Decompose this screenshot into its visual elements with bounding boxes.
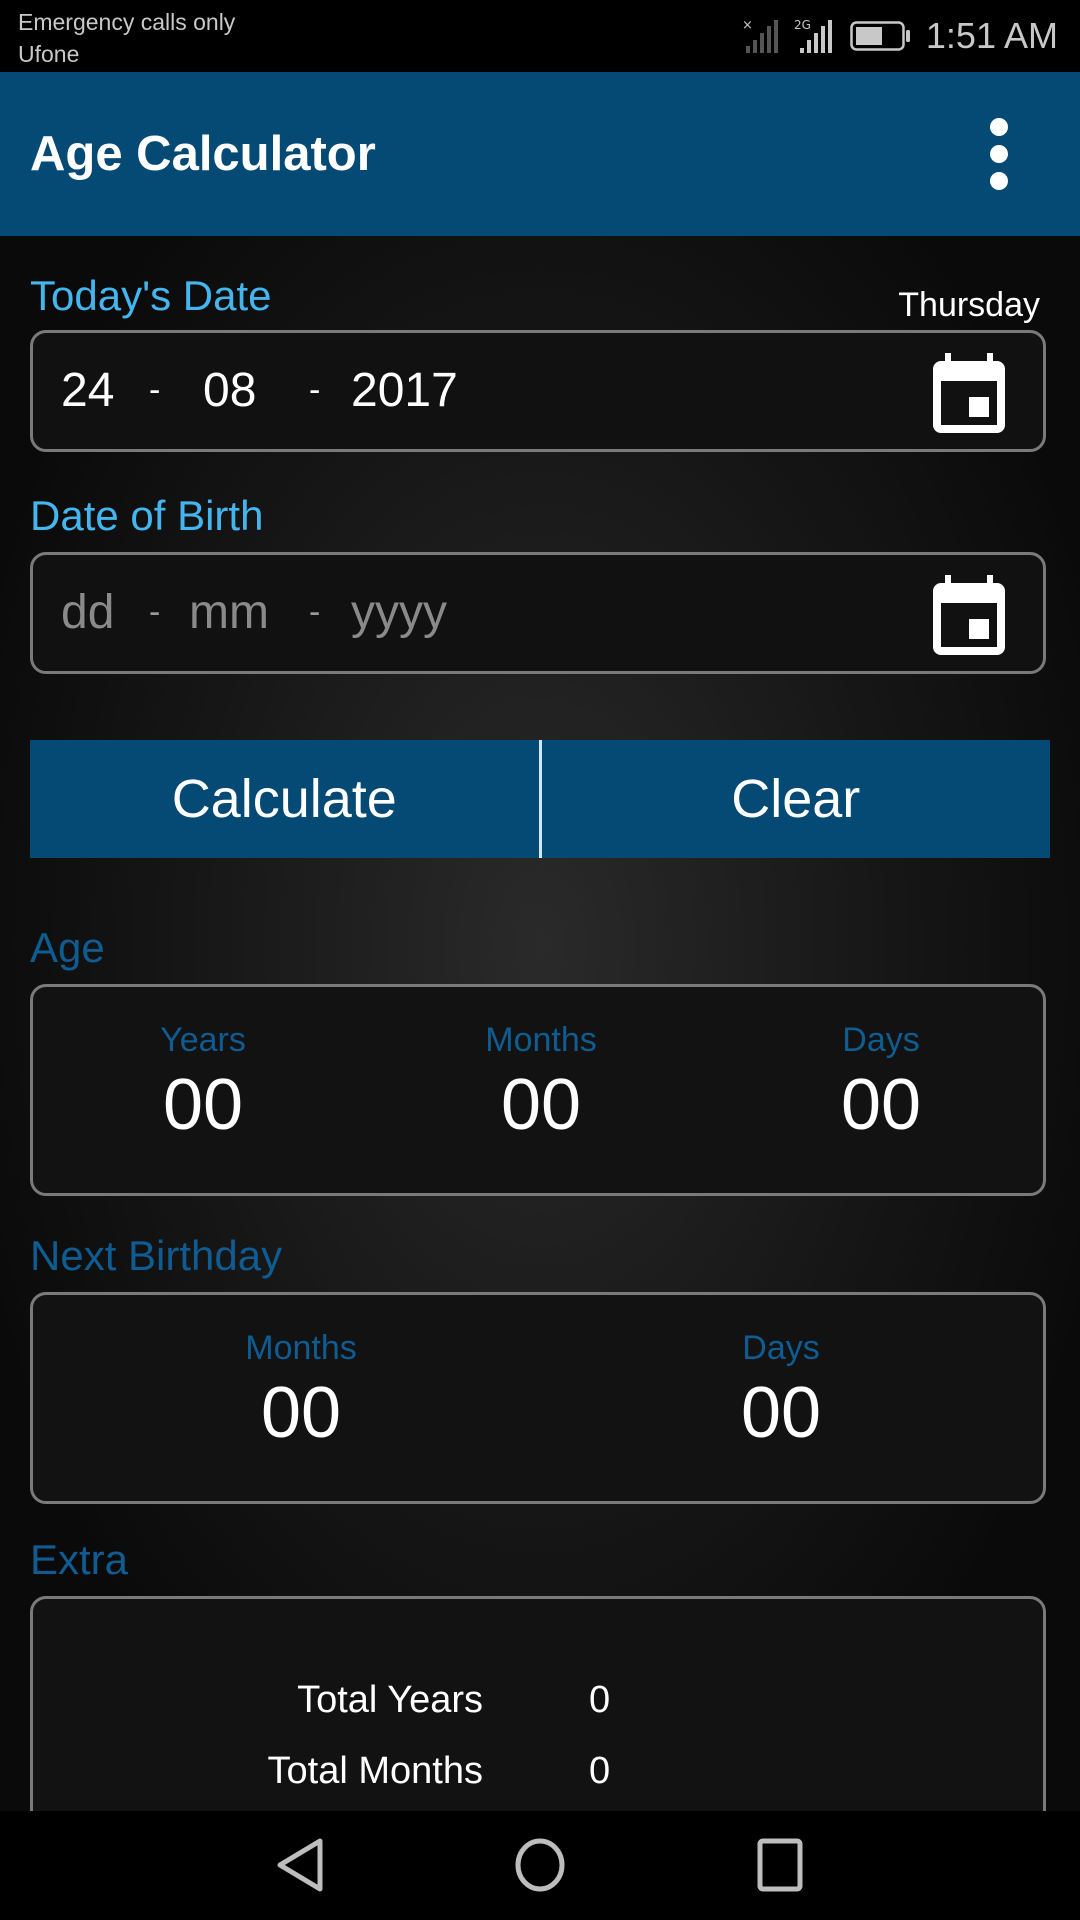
back-icon[interactable] [270, 1837, 330, 1893]
date-of-birth-field[interactable]: dd - mm - yyyy [30, 552, 1046, 674]
age-months-label: Months [485, 1021, 597, 1059]
total-months-label: Total Months [267, 1750, 483, 1792]
age-years: Years 00 [73, 1021, 333, 1146]
calendar-icon[interactable] [931, 353, 1007, 433]
extra-panel: Total Years 0 Total Months 0 Total Weeks… [30, 1596, 1046, 1811]
date-separator: - [309, 593, 321, 631]
date-separator: - [149, 593, 161, 631]
home-icon[interactable] [510, 1837, 570, 1893]
action-buttons: Calculate Clear [30, 740, 1050, 858]
network-type: 2G [794, 18, 811, 32]
age-years-value: 00 [162, 1065, 244, 1145]
carrier-line-1: Emergency calls only [18, 9, 236, 35]
date-separator: - [309, 371, 321, 409]
carrier-line-2: Ufone [18, 41, 80, 67]
todays-date-field[interactable]: 24 - 08 - 2017 [30, 330, 1046, 452]
age-years-label: Years [160, 1021, 246, 1059]
extra-section-label: Extra [30, 1536, 129, 1583]
date-separator: - [149, 371, 161, 409]
next-birthday-days: Days 00 [651, 1329, 911, 1454]
app-bar: Age Calculator [0, 72, 1080, 236]
next-birthday-months-value: 00 [260, 1373, 342, 1453]
total-months-value: 0 [589, 1750, 611, 1792]
dob-day-input[interactable]: dd [61, 585, 114, 640]
status-bar: Emergency calls only Ufone × 2G 1:51 AM [0, 0, 1080, 72]
next-birthday-days-value: 00 [740, 1373, 822, 1453]
today-year-input[interactable]: 2017 [351, 363, 458, 418]
next-birthday-months: Months 00 [171, 1329, 431, 1454]
age-section-label: Age [30, 924, 105, 971]
age-panel: Years 00 Months 00 Days 00 [30, 984, 1046, 1196]
carrier-info: Emergency calls only Ufone [18, 6, 235, 70]
next-birthday-label: Next Birthday [30, 1232, 283, 1279]
age-months: Months 00 [411, 1021, 671, 1146]
no-sim-signal-icon: × [742, 18, 778, 53]
menu-dot [990, 145, 1008, 163]
dob-year-input[interactable]: yyyy [351, 585, 447, 640]
clock: 1:51 AM [925, 15, 1058, 56]
menu-dot [990, 172, 1008, 190]
signal-icon: 2G [794, 18, 832, 53]
menu-dot [990, 118, 1008, 136]
main-content: Today's Date Thursday 24 - 08 - 2017 Dat… [0, 236, 1080, 1811]
dob-month-input[interactable]: mm [189, 585, 269, 640]
total-years-label: Total Years [297, 1679, 483, 1721]
age-days-value: 00 [840, 1065, 922, 1145]
status-icons: × 2G 1:51 AM [742, 14, 1058, 58]
app-title: Age Calculator [30, 127, 376, 181]
navigation-bar [0, 1811, 1080, 1920]
overflow-menu-icon[interactable] [986, 118, 1012, 194]
total-years-value: 0 [589, 1679, 611, 1721]
svg-text:×: × [742, 18, 753, 33]
battery-icon [850, 21, 910, 51]
calendar-icon[interactable] [931, 575, 1007, 655]
age-days: Days 00 [751, 1021, 1011, 1146]
today-month-input[interactable]: 08 [203, 363, 256, 418]
todays-date-label: Today's Date [30, 272, 272, 319]
next-birthday-panel: Months 00 Days 00 [30, 1292, 1046, 1504]
date-of-birth-label: Date of Birth [30, 492, 264, 539]
clear-button[interactable]: Clear [541, 740, 1050, 858]
age-months-value: 00 [500, 1065, 582, 1145]
today-day-input[interactable]: 24 [61, 363, 114, 418]
calculate-button[interactable]: Calculate [30, 740, 539, 858]
next-birthday-months-label: Months [245, 1329, 357, 1367]
day-name: Thursday [898, 286, 1040, 324]
age-days-label: Days [842, 1021, 920, 1059]
next-birthday-days-label: Days [742, 1329, 820, 1367]
recents-icon[interactable] [750, 1837, 810, 1893]
